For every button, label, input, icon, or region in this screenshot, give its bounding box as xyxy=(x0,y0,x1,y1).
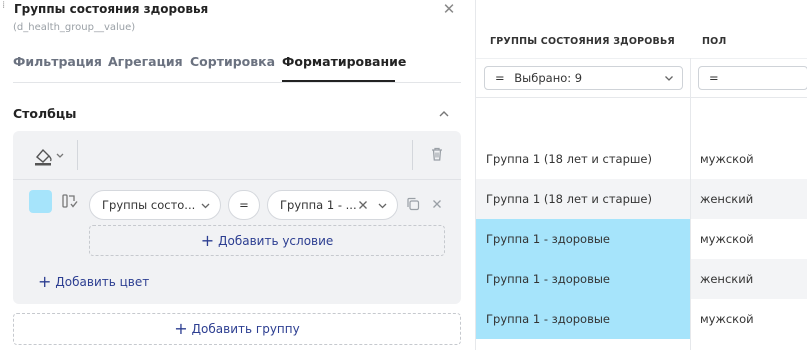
close-icon[interactable]: ✕ xyxy=(441,1,457,17)
value-select-value: Группа 1 - ... xyxy=(280,198,357,212)
table-row[interactable]: Группа 1 - здоровые женский xyxy=(476,259,807,299)
cell-sex: женский xyxy=(691,259,807,299)
tab-sorting[interactable]: Сортировка xyxy=(190,54,275,69)
column-header-sex[interactable]: ПОЛ xyxy=(702,36,727,47)
clear-value-icon[interactable] xyxy=(358,200,368,210)
plus-icon: + xyxy=(174,319,188,338)
operator-select[interactable]: = xyxy=(228,190,260,220)
columns-section-label: Столбцы xyxy=(13,106,77,121)
plus-icon: + xyxy=(200,231,215,250)
toolbar-divider xyxy=(412,140,413,170)
field-select[interactable]: Группы состо... xyxy=(89,190,221,220)
format-toolbar xyxy=(13,131,461,179)
table-row[interactable]: Группа 1 - здоровые мужской xyxy=(476,219,807,259)
cell-group-highlighted: Группа 1 - здоровые xyxy=(476,259,690,299)
column-header-health-group[interactable]: ГРУППЫ СОСТОЯНИЯ ЗДОРОВЬЯ xyxy=(490,36,675,47)
cell-sex: мужской xyxy=(700,232,754,246)
plus-icon: + xyxy=(38,272,52,291)
collapse-chevron-up-icon[interactable] xyxy=(438,108,450,120)
panel-subtitle: (d_health_group__value) xyxy=(13,22,136,33)
cell-sex: женский xyxy=(691,179,807,219)
table-row[interactable]: Группа 1 (18 лет и старше) мужской xyxy=(476,139,807,179)
condition-list-icon[interactable] xyxy=(61,193,79,211)
add-condition-button[interactable]: + Добавить условие xyxy=(89,225,445,256)
field-select-value: Группы состо... xyxy=(102,198,196,212)
sex-filter[interactable]: = xyxy=(698,66,807,90)
tab-filtering[interactable]: Фильтрация xyxy=(13,54,102,69)
add-group-button[interactable]: + Добавить группу xyxy=(13,313,461,345)
chevron-down-icon xyxy=(378,203,387,209)
cell-group xyxy=(476,99,690,139)
add-color-button[interactable]: + Добавить цвет xyxy=(38,272,149,291)
filter-operator: = xyxy=(709,71,719,85)
table-row[interactable] xyxy=(476,99,807,139)
table-row[interactable]: Группа 1 (18 лет и старше) женский xyxy=(476,179,807,219)
color-swatch[interactable] xyxy=(29,190,52,213)
cell-group: Группа 1 (18 лет и старше) xyxy=(486,152,652,166)
tab-aggregation[interactable]: Агрегация xyxy=(108,54,183,69)
health-group-filter[interactable]: = Выбрано: 9 xyxy=(484,66,683,90)
drag-handle-icon[interactable]: ⁞ xyxy=(2,1,8,16)
copy-icon[interactable] xyxy=(406,197,420,211)
panel-title: Группы состояния здоровья xyxy=(14,2,209,16)
cell-group-highlighted: Группа 1 - здоровые xyxy=(476,219,690,259)
filter-row: = Выбрано: 9 = xyxy=(476,58,807,98)
cell-group-highlighted: Группа 1 - здоровые xyxy=(476,299,690,339)
chevron-down-icon xyxy=(665,76,673,81)
remove-condition-icon[interactable] xyxy=(432,199,442,209)
tab-formatting[interactable]: Форматирование xyxy=(282,54,406,69)
add-color-label: Добавить цвет xyxy=(55,275,150,289)
active-tab-indicator xyxy=(282,80,395,82)
column-divider xyxy=(690,58,691,350)
chevron-down-icon xyxy=(201,203,210,209)
divider xyxy=(13,179,461,180)
cell-sex xyxy=(691,99,807,139)
columns-format-box: Группы состо... = Группа 1 - ... + Добави… xyxy=(13,131,461,304)
add-group-label: Добавить группу xyxy=(191,322,300,336)
fill-color-dropdown-icon[interactable] xyxy=(31,145,71,167)
table-row[interactable]: Группа 1 - здоровые мужской xyxy=(476,299,807,339)
filter-value: Выбрано: 9 xyxy=(514,71,583,85)
operator-value: = xyxy=(239,198,249,212)
data-table: ГРУППЫ СОСТОЯНИЯ ЗДОРОВЬЯ ПОЛ = Выбрано:… xyxy=(475,0,807,350)
cell-sex: мужской xyxy=(700,312,754,326)
value-select[interactable]: Группа 1 - ... xyxy=(267,190,398,220)
filter-operator: = xyxy=(495,71,505,85)
formatting-panel: ⁞ Группы состояния здоровья (d_health_gr… xyxy=(0,0,475,350)
trash-icon[interactable] xyxy=(429,146,445,162)
cell-group: Группа 1 (18 лет и старше) xyxy=(476,179,690,219)
tab-bar: Фильтрация Агрегация Сортировка Форматир… xyxy=(13,52,461,83)
add-condition-label: Добавить условие xyxy=(218,234,334,248)
cell-sex: мужской xyxy=(700,152,754,166)
toolbar-divider xyxy=(77,140,78,170)
